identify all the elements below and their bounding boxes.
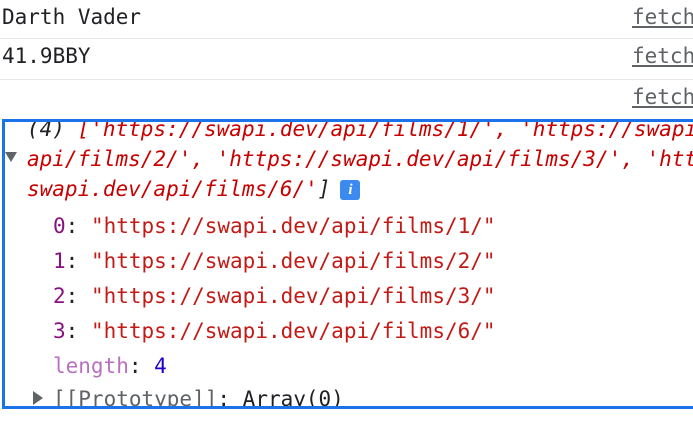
console-log-row[interactable]: 41.9BBY fetch: [0, 39, 693, 80]
array-item[interactable]: 3: "https://swapi.dev/api/films/6/": [53, 313, 496, 348]
item-key: 1: [53, 249, 66, 273]
console-panel: Darth Vader fetch 41.9BBY fetch fetch (4…: [0, 0, 693, 435]
array-item[interactable]: 2: "https://swapi.dev/api/films/3/": [53, 278, 496, 313]
array-close-bracket: ]: [317, 177, 331, 201]
item-value: "https://swapi.dev/api/films/6/": [90, 319, 496, 343]
array-preview-line-3: swapi.dev/api/films/6/': [27, 177, 318, 201]
length-value: 4: [154, 354, 167, 378]
log-message: Darth Vader: [2, 5, 142, 29]
source-link[interactable]: fetch: [632, 78, 693, 116]
prototype-entry[interactable]: [[Prototype]]: Array(0): [33, 384, 344, 409]
array-preview-line-1: ['https://swapi.dev/api/films/1/', 'http…: [77, 119, 693, 141]
selected-array-log-entry[interactable]: (4) ['https://swapi.dev/api/films/1/', '…: [2, 119, 693, 409]
array-properties: 0: "https://swapi.dev/api/films/1/" 1: "…: [53, 208, 496, 383]
array-item[interactable]: 0: "https://swapi.dev/api/films/1/": [53, 208, 496, 243]
array-count: (4): [27, 119, 65, 141]
length-key: length: [53, 354, 129, 378]
length-property[interactable]: length: 4: [53, 348, 496, 383]
array-preview-line-2: api/films/2/', 'https://swapi.dev/api/fi…: [27, 147, 693, 171]
item-key: 0: [53, 214, 66, 238]
triangle-right-icon[interactable]: [33, 391, 43, 405]
item-value: "https://swapi.dev/api/films/3/": [90, 284, 496, 308]
prototype-value: Array(0): [242, 387, 344, 409]
array-item[interactable]: 1: "https://swapi.dev/api/films/2/": [53, 243, 496, 278]
item-value: "https://swapi.dev/api/films/1/": [90, 214, 496, 238]
item-key: 2: [53, 284, 66, 308]
source-link[interactable]: fetch: [632, 37, 693, 75]
item-key: 3: [53, 319, 66, 343]
triangle-down-icon[interactable]: [5, 152, 17, 162]
console-log-row[interactable]: Darth Vader fetch: [0, 0, 693, 39]
item-value: "https://swapi.dev/api/films/2/": [90, 249, 496, 273]
prototype-label: [[Prototype]]: [53, 387, 218, 409]
array-summary[interactable]: (4) ['https://swapi.dev/api/films/1/', '…: [5, 119, 693, 204]
log-message: 41.9BBY: [2, 44, 91, 68]
console-log-row[interactable]: fetch: [0, 80, 693, 117]
info-icon[interactable]: i: [340, 180, 361, 200]
source-link[interactable]: fetch: [632, 0, 693, 36]
